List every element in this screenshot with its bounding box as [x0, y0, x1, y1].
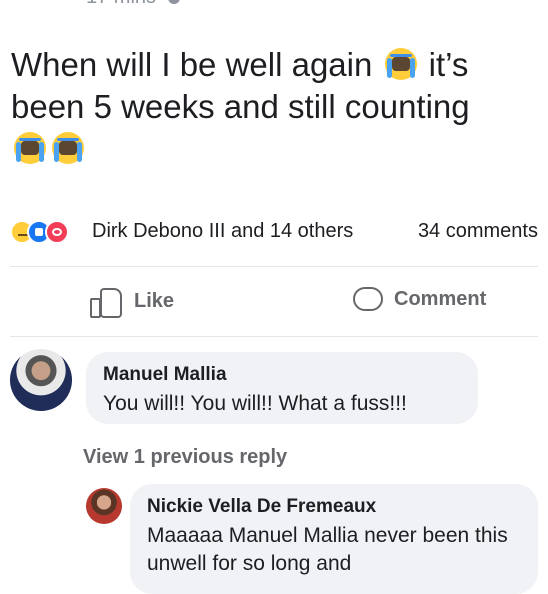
- post-text: When will I be well again it’s been 5 we…: [11, 44, 541, 170]
- divider: [10, 336, 538, 337]
- divider: [10, 266, 538, 267]
- comment-author[interactable]: Manuel Mallia: [103, 364, 227, 386]
- reactors-summary[interactable]: Dirk Debono III and 14 others: [92, 220, 353, 243]
- speech-bubble-icon: [352, 286, 384, 312]
- comment-bubble[interactable]: Manuel Mallia You will!! You will!! What…: [86, 352, 478, 424]
- comment-label: Comment: [394, 287, 487, 310]
- crying-emoji-icon: [14, 132, 46, 164]
- love-reaction-icon: [45, 220, 69, 244]
- view-previous-reply-link[interactable]: View 1 previous reply: [83, 446, 287, 469]
- comments-count[interactable]: 34 comments: [418, 220, 538, 243]
- reply-author[interactable]: Nickie Vella De Fremeaux: [147, 496, 376, 518]
- post-meta: 17 mins: [86, 0, 180, 9]
- reply-bubble[interactable]: Nickie Vella De Fremeaux Maaaaa Manuel M…: [130, 484, 538, 594]
- comment-button[interactable]: Comment: [352, 286, 486, 312]
- post-text-part1: When will I be well again: [11, 46, 382, 83]
- avatar[interactable]: [86, 488, 122, 524]
- like-label: Like: [134, 289, 175, 312]
- reply-text: Maaaaa Manuel Mallia never been this unw…: [147, 524, 508, 575]
- audience-icon: [167, 0, 180, 4]
- like-button[interactable]: Like: [90, 286, 175, 318]
- crying-emoji-icon: [384, 48, 417, 80]
- crying-emoji-icon: [52, 132, 84, 164]
- avatar[interactable]: [10, 349, 72, 411]
- comment-text: You will!! You will!! What a fuss!!!: [103, 392, 407, 415]
- thumbs-up-icon: [90, 286, 124, 318]
- post-time: 17 mins: [86, 0, 156, 8]
